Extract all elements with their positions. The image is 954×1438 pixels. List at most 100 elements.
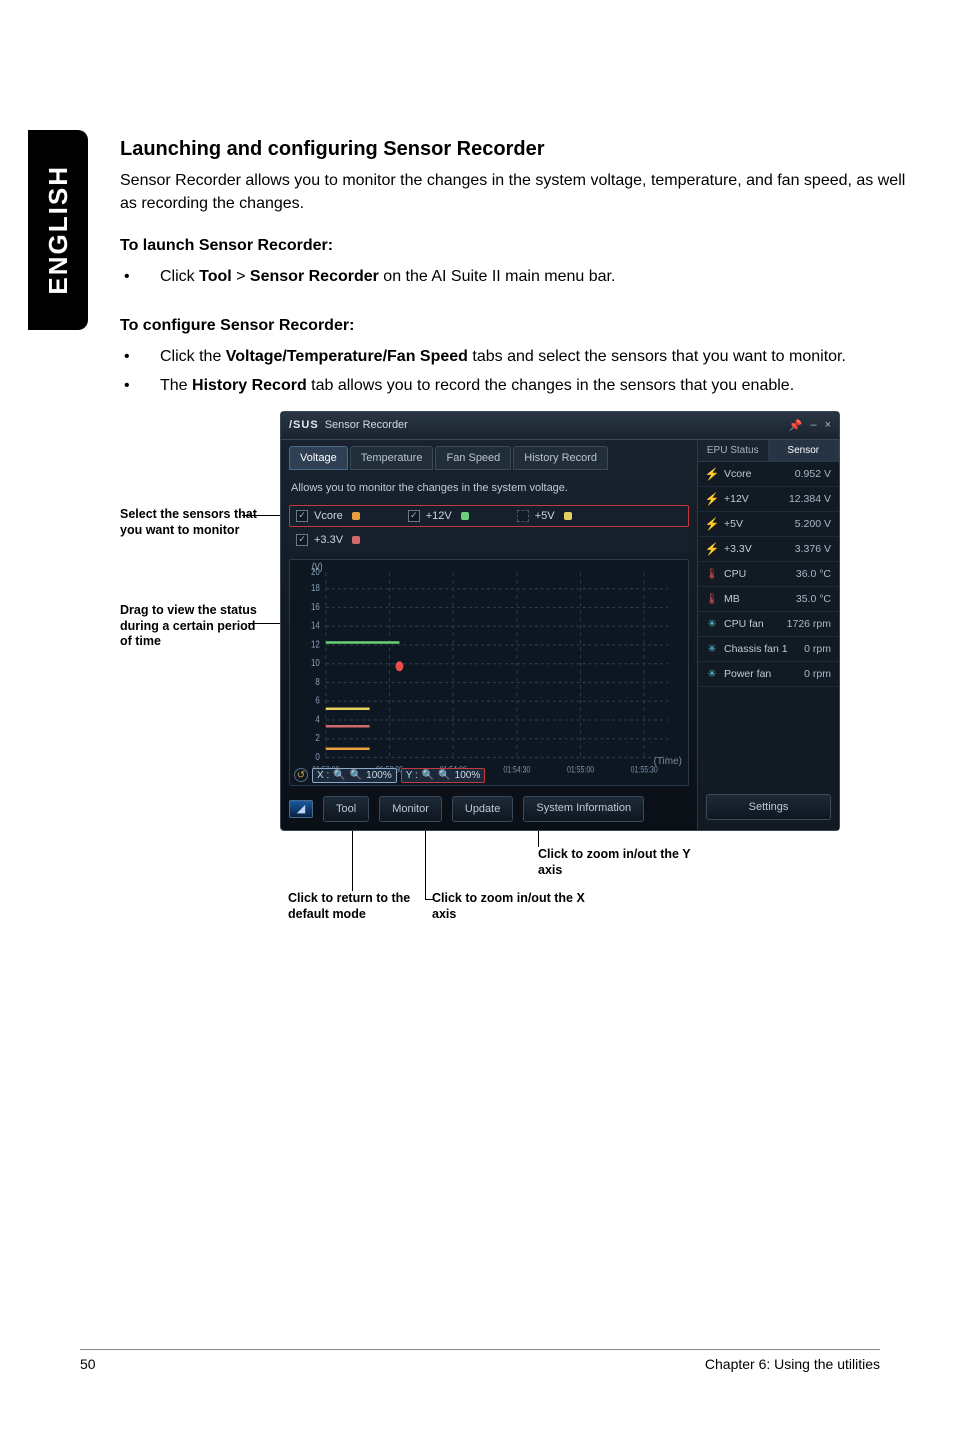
y-unit: (V) xyxy=(312,561,323,572)
sysinfo-button[interactable]: System Information xyxy=(523,796,644,822)
svg-text:14: 14 xyxy=(311,620,320,631)
page-content: Launching and configuring Sensor Recorde… xyxy=(120,138,910,991)
zoom-y-control[interactable]: Y : 🔍 🔍 100% xyxy=(401,768,486,783)
t: Click xyxy=(160,268,199,285)
tab-temperature[interactable]: Temperature xyxy=(350,446,434,470)
zoom-x-control[interactable]: X : 🔍 🔍 100% xyxy=(312,768,397,783)
minimize-icon[interactable]: – xyxy=(810,419,816,432)
thermometer-icon: 🌡 xyxy=(706,568,718,580)
app-body: Voltage Temperature Fan Speed History Re… xyxy=(281,440,839,830)
status-tabs: EPU Status Sensor xyxy=(698,440,839,462)
annot-drag-view: Drag to view the status during a certain… xyxy=(120,603,270,650)
chk-5v[interactable]: +5V xyxy=(517,510,572,522)
chapter-label: Chapter 6: Using the utilities xyxy=(705,1356,880,1372)
tab-fan-speed[interactable]: Fan Speed xyxy=(435,446,511,470)
t: Click the xyxy=(160,348,226,365)
status-value: 3.376 V xyxy=(795,543,831,555)
sensor-tabs: Voltage Temperature Fan Speed History Re… xyxy=(289,446,689,470)
tab-epu-status[interactable]: EPU Status xyxy=(698,440,769,461)
checkbox-icon[interactable] xyxy=(517,510,529,522)
bullet-dot: • xyxy=(120,345,160,368)
annot-zoom-x: Click to zoom in/out the X axis xyxy=(432,891,612,922)
status-label: CPU xyxy=(724,568,790,580)
voltage-chart[interactable]: 024 6810 121416 1820 (V) 01:53:00 01:53:… xyxy=(289,559,689,786)
status-value: 5.200 V xyxy=(795,518,831,530)
status-label: Chassis fan 1 xyxy=(724,643,798,655)
fan-icon: ✳ xyxy=(706,618,718,630)
status-label: MB xyxy=(724,593,790,605)
settings-button[interactable]: Settings xyxy=(706,794,831,820)
annot-select-sensors: Select the sensors that you want to moni… xyxy=(120,507,270,538)
bottom-toolbar: ◢ Tool Monitor Update System Information xyxy=(289,786,689,822)
svg-text:18: 18 xyxy=(311,582,320,593)
zoom-y-label: Y : xyxy=(406,770,418,781)
sensor-recorder-window: /SUS Sensor Recorder 📌 – × Voltage Tempe… xyxy=(280,411,840,831)
chk-label: +3.3V xyxy=(314,534,343,546)
color-swatch xyxy=(564,512,572,520)
section-heading: Launching and configuring Sensor Recorde… xyxy=(120,138,910,161)
tab-sensor[interactable]: Sensor xyxy=(769,440,840,461)
bolt-icon: ⚡ xyxy=(706,468,718,480)
checkbox-icon[interactable]: ✓ xyxy=(296,510,308,522)
bullet-body: Click Tool > Sensor Recorder on the AI S… xyxy=(160,265,910,288)
bolt-icon: ⚡ xyxy=(706,518,718,530)
pin-icon[interactable]: 📌 xyxy=(789,419,803,432)
svg-text:16: 16 xyxy=(311,601,320,612)
page-number: 50 xyxy=(80,1356,96,1372)
status-row: 🌡MB35.0 °C xyxy=(698,587,839,612)
t: on the AI Suite II main menu bar. xyxy=(379,268,616,285)
close-icon[interactable]: × xyxy=(825,419,831,432)
fan-icon: ✳ xyxy=(706,643,718,655)
language-side-tab: ENGLISH xyxy=(28,130,88,330)
svg-text:2: 2 xyxy=(315,732,319,743)
magnify-icon: 🔍 xyxy=(333,770,345,781)
tab-voltage[interactable]: Voltage xyxy=(289,446,348,470)
zoom-reset-button[interactable]: ↺ xyxy=(294,768,308,782)
update-button[interactable]: Update xyxy=(452,796,513,822)
bold-tool: Tool xyxy=(199,268,232,285)
svg-text:6: 6 xyxy=(315,695,319,706)
status-label: Power fan xyxy=(724,668,798,680)
status-row: ⚡+3.3V3.376 V xyxy=(698,537,839,562)
tab-history-record[interactable]: History Record xyxy=(513,446,608,470)
annot-return-default: Click to return to the default mode xyxy=(288,891,438,922)
tool-button[interactable]: Tool xyxy=(323,796,369,822)
status-value: 12.384 V xyxy=(789,493,831,505)
color-swatch xyxy=(352,512,360,520)
bold-sensor-recorder: Sensor Recorder xyxy=(250,268,379,285)
t: The xyxy=(160,377,192,394)
status-label: Vcore xyxy=(724,468,789,480)
chk-12v[interactable]: ✓ +12V xyxy=(408,510,469,522)
color-swatch xyxy=(461,512,469,520)
config-bullet-1: • Click the Voltage/Temperature/Fan Spee… xyxy=(120,345,910,368)
bullet-dot: • xyxy=(120,374,160,397)
status-label: CPU fan xyxy=(724,618,781,630)
bolt-icon: ⚡ xyxy=(706,493,718,505)
status-row: ⚡+12V12.384 V xyxy=(698,487,839,512)
launch-bullet: • Click Tool > Sensor Recorder on the AI… xyxy=(120,265,910,288)
asus-logo: /SUS xyxy=(289,419,319,431)
chk-vcore[interactable]: ✓ Vcore xyxy=(296,510,360,522)
window-title: Sensor Recorder xyxy=(325,419,408,431)
checkbox-icon[interactable]: ✓ xyxy=(296,534,308,546)
language-label: ENGLISH xyxy=(43,165,74,295)
status-value: 0 rpm xyxy=(804,643,831,655)
status-row: ⚡ +5V 5.200 V xyxy=(698,512,839,537)
monitor-button[interactable]: Monitor xyxy=(379,796,442,822)
bullet-dot: • xyxy=(120,265,160,288)
sensor-check-row-1: ✓ Vcore ✓ +12V +5V xyxy=(289,505,689,527)
magnify-icon: 🔍 xyxy=(350,770,362,781)
status-row: ✳CPU fan1726 rpm xyxy=(698,612,839,637)
titlebar[interactable]: /SUS Sensor Recorder 📌 – × xyxy=(281,412,839,440)
bold-tabs: Voltage/Temperature/Fan Speed xyxy=(226,348,468,365)
status-label: +3.3V xyxy=(724,543,789,555)
status-label: +5V xyxy=(724,518,789,530)
fan-icon: ✳ xyxy=(706,668,718,680)
screenshot-figure: Select the sensors that you want to moni… xyxy=(120,411,910,991)
asus-badge-icon[interactable]: ◢ xyxy=(289,800,313,818)
status-value: 36.0 °C xyxy=(796,568,831,580)
svg-text:12: 12 xyxy=(311,639,320,650)
checkbox-icon[interactable]: ✓ xyxy=(408,510,420,522)
t: tabs and select the sensors that you wan… xyxy=(468,348,846,365)
chk-33v[interactable]: ✓ +3.3V xyxy=(296,534,360,546)
